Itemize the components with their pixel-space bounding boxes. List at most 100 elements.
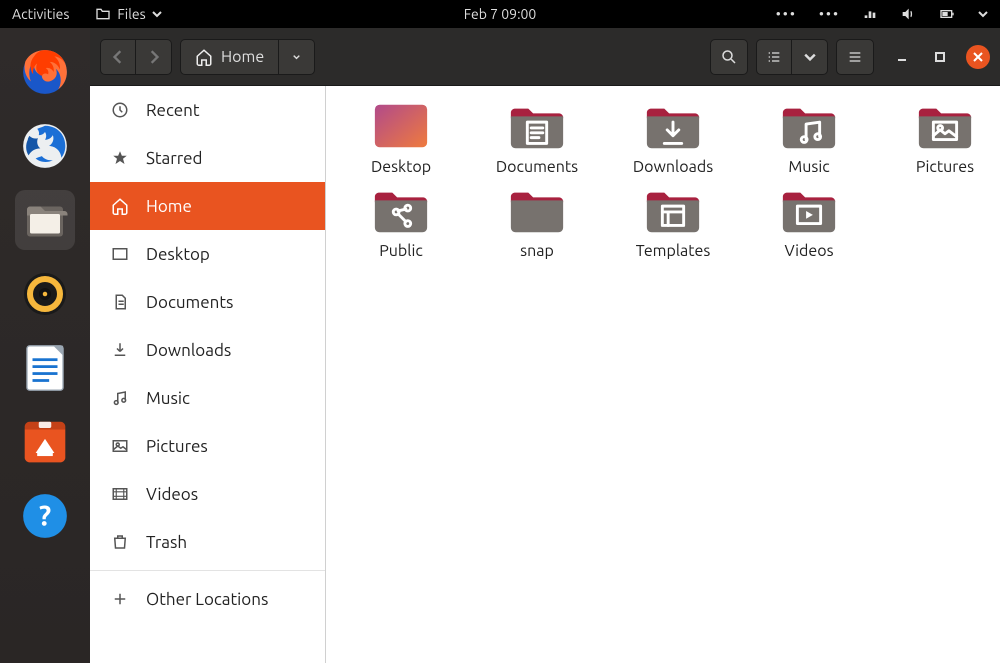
sidebar-item-music[interactable]: Music [90,374,325,422]
videos-icon [110,484,130,504]
status-dots-icon[interactable]: ••• [776,6,797,22]
sidebar-item-label: Music [146,389,190,408]
sidebar-item-label: Recent [146,101,200,120]
folder-icon [95,6,111,22]
folder-icon [371,100,431,152]
plus-icon [110,589,130,609]
app-menu[interactable]: Files [95,6,161,22]
file-item-label: Music [788,158,829,176]
sidebar-item-trash[interactable]: Trash [90,518,325,566]
sidebar-item-documents[interactable]: Documents [90,278,325,326]
window-close-button[interactable] [966,45,990,69]
chevron-left-icon [111,50,125,64]
file-item-label: Desktop [371,158,431,176]
file-item[interactable]: Public [336,184,466,260]
sidebar-item-label: Pictures [146,437,208,456]
hamburger-menu-button[interactable] [836,39,874,75]
sidebar-item-label: Other Locations [146,590,268,609]
file-item-label: Documents [496,158,578,176]
file-item-label: snap [520,242,554,260]
folder-icon [779,100,839,152]
file-item[interactable]: Music [744,100,874,176]
dock-help[interactable]: ? [15,486,75,546]
file-view[interactable]: Desktop Documents Downloads Music Pictur… [326,86,1000,663]
file-item-label: Videos [784,242,833,260]
forward-button[interactable] [136,39,172,75]
file-item[interactable]: Pictures [880,100,1000,176]
pathbar-menu[interactable] [279,39,315,75]
window-minimize-button[interactable] [890,45,914,69]
back-button[interactable] [100,39,136,75]
chevron-down-icon [804,51,816,63]
chevron-down-icon [152,9,162,19]
hamburger-icon [847,49,863,65]
sidebar-item-home[interactable]: Home [90,182,325,230]
sidebar-item-downloads[interactable]: Downloads [90,326,325,374]
chevron-down-icon [293,51,300,63]
desktop-icon [110,244,130,264]
file-item[interactable]: snap [472,184,602,260]
home-icon [110,196,130,216]
status-dots-icon[interactable]: ••• [819,6,840,22]
activities-button[interactable]: Activities [12,6,69,22]
folder-icon [507,184,567,236]
search-button[interactable] [710,39,748,75]
minimize-icon [896,51,908,63]
battery-icon[interactable] [938,6,956,22]
folder-icon [507,100,567,152]
sidebar-item-label: Downloads [146,341,231,360]
folder-icon [643,184,703,236]
file-item-label: Templates [636,242,711,260]
list-icon [766,49,782,65]
sidebar-item-label: Starred [146,149,203,168]
clock-icon [110,100,130,120]
pictures-icon [110,436,130,456]
file-item[interactable]: Downloads [608,100,738,176]
maximize-icon [934,51,946,63]
sidebar-item-desktop[interactable]: Desktop [90,230,325,278]
app-menu-label: Files [117,6,145,22]
search-icon [720,48,738,66]
sidebar-item-starred[interactable]: Starred [90,134,325,182]
dock-libreoffice-writer[interactable] [15,338,75,398]
dock-firefox[interactable] [15,42,75,102]
pathbar-home-label: Home [221,48,264,66]
sidebar-item-pictures[interactable]: Pictures [90,422,325,470]
network-icon[interactable] [862,6,878,22]
sidebar-item-label: Trash [146,533,187,552]
dock-files[interactable] [15,190,75,250]
documents-icon [110,292,130,312]
sidebar-item-videos[interactable]: Videos [90,470,325,518]
trash-icon [110,532,130,552]
folder-icon [371,184,431,236]
dock-rhythmbox[interactable] [15,264,75,324]
chevron-down-icon[interactable] [978,9,988,19]
folder-icon [643,100,703,152]
download-icon [110,340,130,360]
places-sidebar: Recent Starred Home Desktop Documents Do… [90,86,326,663]
file-item-label: Public [379,242,423,260]
clock[interactable]: Feb 7 09:00 [464,6,537,22]
file-item[interactable]: Documents [472,100,602,176]
window-maximize-button[interactable] [928,45,952,69]
sidebar-item-other-locations[interactable]: Other Locations [90,575,325,623]
volume-icon[interactable] [900,6,916,22]
view-list-button[interactable] [756,39,792,75]
folder-icon [779,184,839,236]
dock-ubuntu-software[interactable] [15,412,75,472]
dock-thunderbird[interactable] [15,116,75,176]
pathbar-home[interactable]: Home [180,39,279,75]
file-item[interactable]: Templates [608,184,738,260]
sidebar-item-label: Videos [146,485,198,504]
sidebar-item-recent[interactable]: Recent [90,86,325,134]
chevron-right-icon [147,50,161,64]
folder-icon [915,100,975,152]
dock: ? [0,28,90,663]
sidebar-item-label: Desktop [146,245,210,264]
gnome-top-bar: Activities Files Feb 7 09:00 ••• ••• [0,0,1000,28]
sidebar-item-label: Documents [146,293,233,312]
file-item[interactable]: Videos [744,184,874,260]
star-icon [110,148,130,168]
view-options-button[interactable] [792,39,828,75]
file-item[interactable]: Desktop [336,100,466,176]
